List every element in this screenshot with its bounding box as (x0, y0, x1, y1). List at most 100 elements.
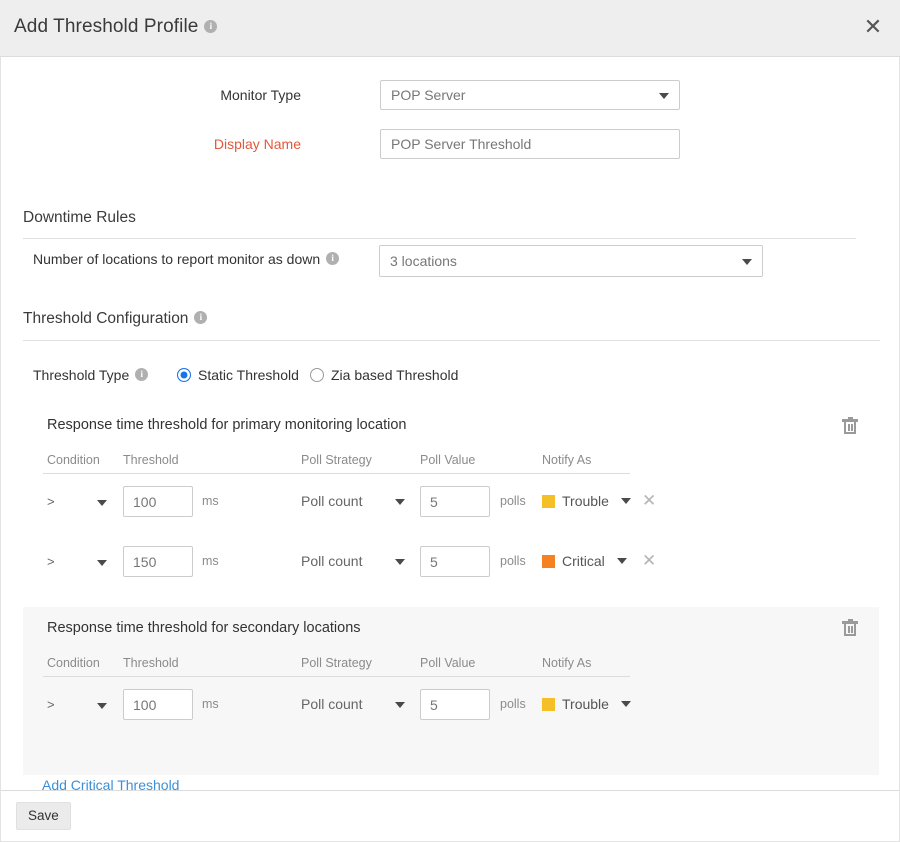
condition-value: > (47, 554, 55, 569)
dialog-footer: Save (0, 790, 900, 842)
page-title-text: Add Threshold Profile (14, 16, 198, 37)
column-header-condition: Condition (47, 453, 100, 467)
save-button[interactable]: Save (16, 802, 71, 830)
chevron-down-icon (97, 703, 107, 709)
display-name-input[interactable] (380, 129, 680, 159)
threshold-input[interactable] (123, 689, 193, 720)
threshold-type-label: Threshold Type i (33, 367, 148, 383)
threshold-unit: ms (202, 697, 219, 711)
poll-strategy-value: Poll count (301, 493, 362, 509)
chevron-down-icon (621, 498, 631, 504)
notify-as-value: Trouble (562, 691, 609, 717)
downtime-rules-title: Downtime Rules (23, 209, 856, 227)
threshold-input[interactable] (123, 546, 193, 577)
trash-icon[interactable] (842, 619, 858, 636)
radio-zia-based-threshold-label: Zia based Threshold (331, 367, 458, 383)
display-name-row: Display Name (1, 129, 701, 159)
threshold-block-heading: Response time threshold for primary moni… (47, 417, 406, 433)
chevron-down-icon (659, 93, 669, 99)
condition-value: > (47, 697, 55, 712)
remove-row-icon[interactable]: ✕ (642, 493, 656, 510)
poll-value-input[interactable] (420, 486, 490, 517)
title-info-icon[interactable]: i (204, 20, 217, 33)
threshold-input[interactable] (123, 486, 193, 517)
remove-row-icon[interactable]: ✕ (642, 553, 656, 570)
threshold-configuration-title: Threshold Configuration i (23, 310, 880, 328)
monitor-type-select[interactable]: POP Server (380, 80, 680, 110)
column-header-notify-as: Notify As (542, 453, 591, 467)
condition-select[interactable]: > (47, 489, 109, 515)
chevron-down-icon (97, 560, 107, 566)
locations-row: Number of locations to report monitor as… (33, 251, 339, 269)
notify-as-select[interactable]: Trouble (542, 691, 631, 717)
downtime-rules-section: Downtime Rules (23, 209, 856, 227)
threshold-type-info-icon[interactable]: i (135, 368, 148, 381)
chevron-down-icon (395, 559, 405, 565)
notify-as-value: Trouble (562, 488, 609, 514)
column-header-divider (43, 473, 630, 474)
poll-strategy-value: Poll count (301, 696, 362, 712)
condition-select[interactable]: > (47, 692, 109, 718)
poll-strategy-select[interactable]: Poll count (301, 488, 405, 514)
table-row: > ms Poll count polls Trouble ✕ (23, 485, 879, 535)
column-header-threshold: Threshold (123, 656, 179, 670)
threshold-type-label-text: Threshold Type (33, 367, 129, 383)
column-header-notify-as: Notify As (542, 656, 591, 670)
notify-as-select[interactable]: Trouble (542, 488, 631, 514)
chevron-down-icon (395, 702, 405, 708)
threshold-type-group: Threshold Type i Static Threshold Zia bas… (33, 367, 533, 387)
condition-select[interactable]: > (47, 549, 109, 575)
table-row: > ms Poll count polls Trouble (23, 688, 879, 738)
display-name-label: Display Name (51, 129, 301, 159)
notify-as-value: Critical (562, 548, 605, 574)
threshold-config-info-icon[interactable]: i (194, 311, 207, 324)
radio-selected-icon (177, 368, 191, 382)
threshold-block-heading: Response time threshold for secondary lo… (47, 620, 361, 636)
poll-strategy-select[interactable]: Poll count (301, 548, 405, 574)
locations-label: Number of locations to report monitor as… (33, 251, 320, 267)
threshold-configuration-section: Threshold Configuration i (23, 310, 880, 328)
add-threshold-profile-dialog: Add Threshold Profile i ✕ Monitor Type PO… (0, 0, 900, 842)
monitor-type-row: Monitor Type POP Server (1, 80, 701, 110)
column-header-poll-value: Poll Value (420, 453, 475, 467)
column-header-poll-value: Poll Value (420, 656, 475, 670)
monitor-type-label: Monitor Type (51, 80, 301, 110)
locations-select[interactable]: 3 locations (379, 245, 763, 277)
radio-zia-based-threshold[interactable]: Zia based Threshold (310, 367, 458, 383)
notify-as-select[interactable]: Critical (542, 548, 627, 574)
radio-unselected-icon (310, 368, 324, 382)
monitor-type-value: POP Server (391, 87, 465, 103)
close-icon[interactable]: ✕ (860, 16, 886, 42)
threshold-configuration-title-text: Threshold Configuration (23, 310, 188, 327)
poll-value-input[interactable] (420, 689, 490, 720)
monitor-type-field: POP Server (380, 80, 680, 110)
poll-strategy-value: Poll count (301, 553, 362, 569)
table-row: > ms Poll count polls Critical ✕ (23, 545, 879, 595)
column-header-poll-strategy: Poll Strategy (301, 656, 372, 670)
radio-static-threshold[interactable]: Static Threshold (177, 367, 299, 383)
poll-value-unit: polls (500, 697, 526, 711)
severity-swatch-icon (542, 555, 555, 568)
poll-strategy-select[interactable]: Poll count (301, 691, 405, 717)
chevron-down-icon (97, 500, 107, 506)
locations-info-icon[interactable]: i (326, 252, 339, 265)
section-divider (23, 340, 880, 341)
threshold-block-secondary: Response time threshold for secondary lo… (23, 607, 879, 775)
chevron-down-icon (395, 499, 405, 505)
section-divider (23, 238, 856, 239)
trash-icon[interactable] (842, 417, 858, 434)
dialog-body: Monitor Type POP Server Display Name Dow… (0, 57, 900, 790)
locations-value: 3 locations (390, 253, 457, 269)
chevron-down-icon (742, 259, 752, 265)
poll-value-input[interactable] (420, 546, 490, 577)
poll-value-unit: polls (500, 494, 526, 508)
condition-value: > (47, 494, 55, 509)
page-title: Add Threshold Profile i (14, 16, 217, 38)
severity-swatch-icon (542, 495, 555, 508)
threshold-unit: ms (202, 554, 219, 568)
column-header-threshold: Threshold (123, 453, 179, 467)
poll-value-unit: polls (500, 554, 526, 568)
severity-swatch-icon (542, 698, 555, 711)
column-header-poll-strategy: Poll Strategy (301, 453, 372, 467)
column-header-condition: Condition (47, 656, 100, 670)
